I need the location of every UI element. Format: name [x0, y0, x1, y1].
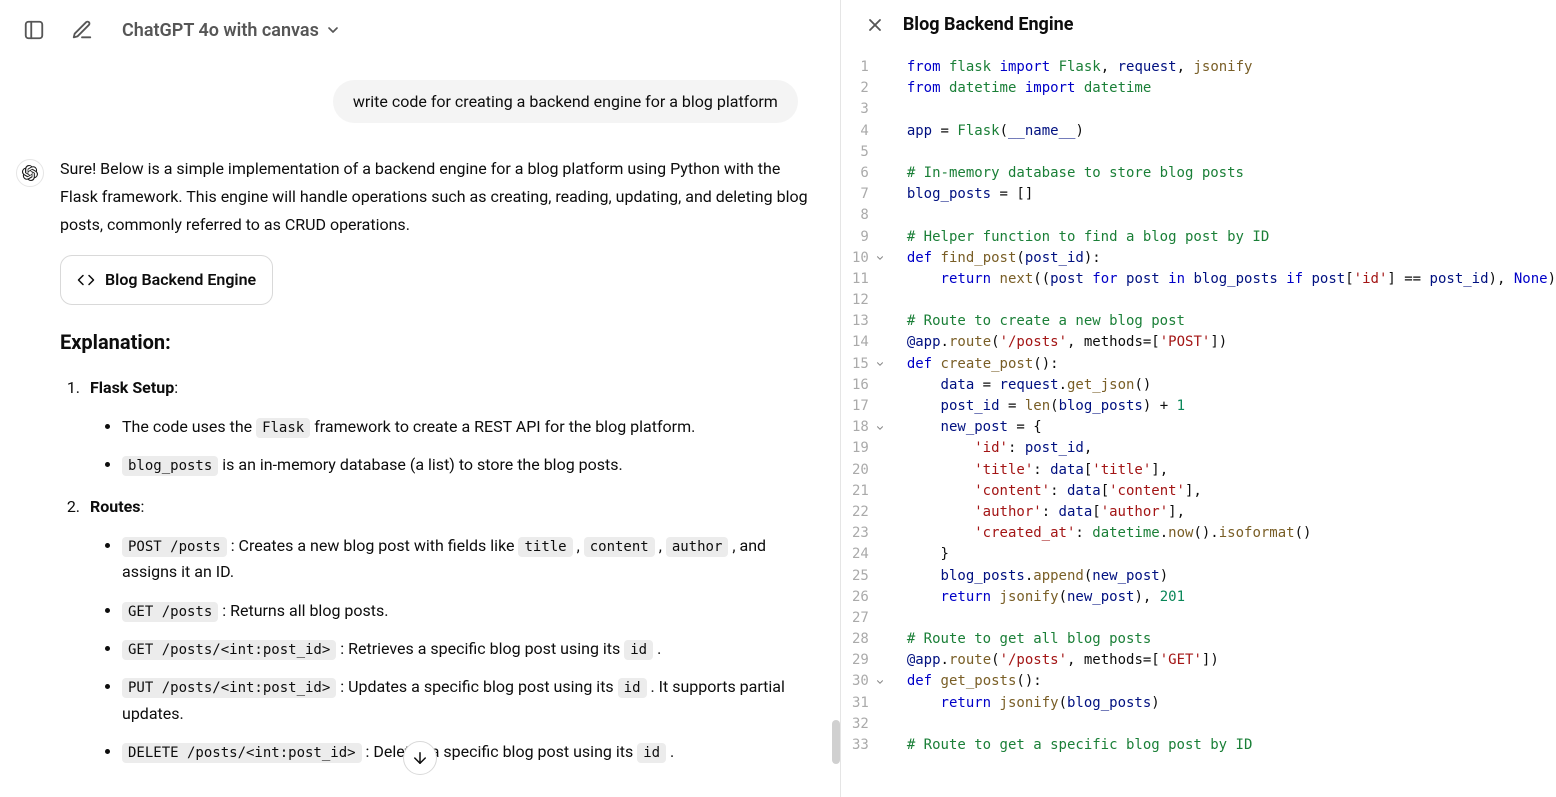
chat-body[interactable]: write code for creating a backend engine… [0, 60, 840, 797]
arrow-down-icon [411, 749, 429, 767]
line-number-gutter: 1234567891011121314151617181920212223242… [841, 57, 893, 797]
assistant-content: Sure! Below is a simple implementation o… [60, 155, 808, 782]
explanation-item-routes: Routes: POST /posts : Creates a new blog… [84, 493, 808, 766]
fold-chevron-icon[interactable] [873, 423, 887, 433]
openai-logo-icon [22, 165, 38, 181]
close-icon [865, 15, 885, 35]
list-item: PUT /posts/<int:post_id> : Updates a spe… [122, 674, 808, 727]
fold-chevron-icon[interactable] [873, 677, 887, 687]
list-item: blog_posts is an in-memory database (a l… [122, 452, 808, 478]
list-item: POST /posts : Creates a new blog post wi… [122, 533, 808, 586]
canvas-reference-label: Blog Backend Engine [105, 266, 256, 294]
explanation-heading: Explanation: [60, 325, 808, 360]
user-message-row: write code for creating a backend engine… [16, 80, 808, 123]
canvas-header: Blog Backend Engine [841, 0, 1556, 49]
list-item: The code uses the Flask framework to cre… [122, 414, 808, 440]
user-message: write code for creating a backend engine… [333, 80, 798, 123]
model-name: ChatGPT 4o with canvas [122, 20, 319, 41]
sidebar-toggle-icon[interactable] [16, 12, 52, 48]
explanation-list: Flask Setup: The code uses the Flask fra… [60, 374, 808, 766]
canvas-title: Blog Backend Engine [903, 14, 1074, 35]
code-editor[interactable]: 1234567891011121314151617181920212223242… [841, 49, 1556, 797]
fold-chevron-icon[interactable] [873, 359, 887, 369]
model-selector[interactable]: ChatGPT 4o with canvas [112, 14, 351, 47]
chevron-down-icon [325, 22, 341, 38]
close-canvas-button[interactable] [865, 15, 885, 35]
code-icon [77, 271, 95, 289]
assistant-avatar [16, 159, 44, 187]
canvas-panel: Blog Backend Engine 12345678910111213141… [841, 0, 1556, 797]
scroll-to-bottom-button[interactable] [403, 741, 437, 775]
list-item: GET /posts : Returns all blog posts. [122, 598, 808, 624]
assistant-intro-text: Sure! Below is a simple implementation o… [60, 155, 808, 239]
canvas-reference-button[interactable]: Blog Backend Engine [60, 255, 273, 305]
new-chat-icon[interactable] [64, 12, 100, 48]
code-content[interactable]: from flask import Flask, request, jsonif… [893, 57, 1556, 797]
chat-panel: ChatGPT 4o with canvas write code for cr… [0, 0, 841, 797]
list-item: GET /posts/<int:post_id> : Retrieves a s… [122, 636, 808, 662]
assistant-row: Sure! Below is a simple implementation o… [16, 155, 808, 782]
chat-header: ChatGPT 4o with canvas [0, 0, 840, 60]
list-item: DELETE /posts/<int:post_id> : Deletes a … [122, 739, 808, 765]
fold-chevron-icon[interactable] [873, 253, 887, 263]
explanation-item-flask: Flask Setup: The code uses the Flask fra… [84, 374, 808, 479]
scrollbar[interactable] [832, 0, 840, 797]
